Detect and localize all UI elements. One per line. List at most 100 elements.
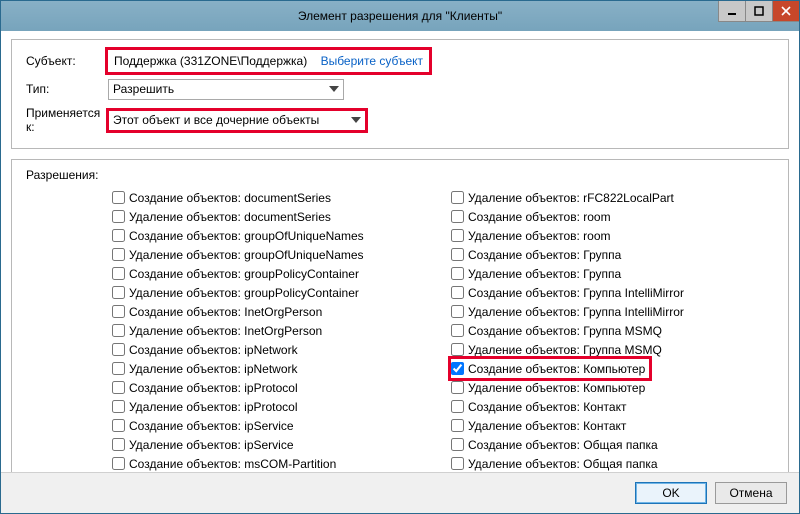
- permission-checkbox[interactable]: [451, 210, 464, 223]
- permission-checkbox[interactable]: [451, 381, 464, 394]
- maximize-button[interactable]: [745, 1, 772, 22]
- permission-item: Создание объектов: groupOfUniqueNames: [112, 226, 435, 245]
- applies-row: Применяется к: Этот объект и все дочерни…: [26, 106, 774, 134]
- permission-label: Удаление объектов: InetOrgPerson: [129, 324, 322, 338]
- permission-checkbox[interactable]: [112, 381, 125, 394]
- permission-checkbox[interactable]: [451, 286, 464, 299]
- permission-checkbox[interactable]: [451, 248, 464, 261]
- applies-select[interactable]: Этот объект и все дочерние объекты: [108, 110, 366, 131]
- type-label: Тип:: [26, 82, 108, 96]
- permission-item: Создание объектов: documentSeries: [112, 188, 435, 207]
- permission-label: Удаление объектов: ipNetwork: [129, 362, 298, 376]
- minimize-button[interactable]: [718, 1, 745, 22]
- permission-item: Удаление объектов: Группа IntelliMirror: [451, 302, 774, 321]
- titlebar: Элемент разрешения для "Клиенты": [1, 1, 799, 31]
- permission-item: Удаление объектов: Группа: [451, 264, 774, 283]
- permission-checkbox[interactable]: [112, 419, 125, 432]
- permission-checkbox[interactable]: [112, 343, 125, 356]
- permission-checkbox[interactable]: [451, 229, 464, 242]
- permission-item: Создание объектов: groupPolicyContainer: [112, 264, 435, 283]
- window-controls: [718, 1, 799, 21]
- permission-label: Удаление объектов: room: [468, 229, 611, 243]
- principal-panel: Субъект: Поддержка (331ZONE\Поддержка) В…: [11, 39, 789, 149]
- permission-item: Удаление объектов: Контакт: [451, 416, 774, 435]
- type-row: Тип: Разрешить: [26, 78, 774, 100]
- permission-item: Создание объектов: Контакт: [451, 397, 774, 416]
- permission-checkbox[interactable]: [451, 324, 464, 337]
- permission-item: Создание объектов: Группа: [451, 245, 774, 264]
- permission-checkbox[interactable]: [112, 286, 125, 299]
- permission-label: Удаление объектов: Группа IntelliMirror: [468, 305, 684, 319]
- permission-label: Удаление объектов: groupPolicyContainer: [129, 286, 359, 300]
- type-select[interactable]: Разрешить: [108, 79, 344, 100]
- permission-label: Удаление объектов: Компьютер: [468, 381, 645, 395]
- permission-checkbox[interactable]: [451, 419, 464, 432]
- permissions-panel: Разрешения: Создание объектов: documentS…: [11, 159, 789, 485]
- close-button[interactable]: [772, 1, 799, 22]
- subject-highlight: Поддержка (331ZONE\Поддержка) Выберите с…: [108, 50, 429, 72]
- window: Элемент разрешения для "Клиенты" Субъект…: [0, 0, 800, 514]
- permission-item: Удаление объектов: Компьютер: [451, 378, 774, 397]
- permission-label: Удаление объектов: Группа MSMQ: [468, 343, 662, 357]
- cancel-button[interactable]: Отмена: [715, 482, 787, 504]
- permissions-label: Разрешения:: [26, 168, 774, 182]
- permission-checkbox[interactable]: [112, 229, 125, 242]
- permission-item: Создание объектов: Группа MSMQ: [451, 321, 774, 340]
- permission-item: Удаление объектов: Группа MSMQ: [451, 340, 774, 359]
- permission-item: Удаление объектов: rFC822LocalPart: [451, 188, 774, 207]
- permission-checkbox[interactable]: [112, 400, 125, 413]
- permission-checkbox[interactable]: [112, 438, 125, 451]
- permission-label: Создание объектов: Компьютер: [468, 362, 645, 376]
- applies-label: Применяется к:: [26, 106, 108, 134]
- subject-row: Субъект: Поддержка (331ZONE\Поддержка) В…: [26, 50, 774, 72]
- maximize-icon: [754, 6, 764, 16]
- permission-label: Удаление объектов: rFC822LocalPart: [468, 191, 674, 205]
- permission-item: Создание объектов: ipNetwork: [112, 340, 435, 359]
- permission-checkbox[interactable]: [451, 457, 464, 470]
- permission-item: Создание объектов: msCOM-Partition: [112, 454, 435, 473]
- permission-checkbox[interactable]: [451, 267, 464, 280]
- permission-label: Создание объектов: ipService: [129, 419, 294, 433]
- permission-checkbox[interactable]: [451, 305, 464, 318]
- permission-item: Создание объектов: Компьютер: [451, 359, 649, 378]
- permission-item: Удаление объектов: ipNetwork: [112, 359, 435, 378]
- permission-checkbox[interactable]: [112, 248, 125, 261]
- permission-item: Удаление объектов: groupPolicyContainer: [112, 283, 435, 302]
- permission-label: Удаление объектов: documentSeries: [129, 210, 331, 224]
- permission-label: Создание объектов: ipNetwork: [129, 343, 298, 357]
- permission-checkbox[interactable]: [112, 457, 125, 470]
- content: Субъект: Поддержка (331ZONE\Поддержка) В…: [11, 39, 789, 469]
- permission-checkbox[interactable]: [112, 305, 125, 318]
- permissions-col-right: Удаление объектов: rFC822LocalPart Создан…: [451, 188, 774, 492]
- permissions-grid: Создание объектов: documentSeries Удалени…: [112, 188, 774, 492]
- footer: OK Отмена: [1, 472, 799, 513]
- subject-value: Поддержка (331ZONE\Поддержка): [114, 54, 307, 68]
- permission-checkbox[interactable]: [451, 362, 464, 375]
- permission-checkbox[interactable]: [451, 400, 464, 413]
- permission-checkbox[interactable]: [112, 362, 125, 375]
- select-subject-link[interactable]: Выберите субъект: [321, 54, 423, 68]
- permission-label: Создание объектов: Контакт: [468, 400, 626, 414]
- permission-label: Создание объектов: Группа MSMQ: [468, 324, 662, 338]
- permission-item: Создание объектов: Общая папка: [451, 435, 774, 454]
- close-icon: [781, 6, 791, 16]
- subject-label: Субъект:: [26, 54, 108, 68]
- permission-checkbox[interactable]: [451, 343, 464, 356]
- permission-item: Создание объектов: ipProtocol: [112, 378, 435, 397]
- permission-label: Создание объектов: Группа IntelliMirror: [468, 286, 684, 300]
- permission-checkbox[interactable]: [112, 267, 125, 280]
- permission-checkbox[interactable]: [112, 324, 125, 337]
- permission-label: Удаление объектов: Контакт: [468, 419, 626, 433]
- permission-item: Удаление объектов: ipProtocol: [112, 397, 435, 416]
- permission-checkbox[interactable]: [451, 438, 464, 451]
- permission-label: Удаление объектов: groupOfUniqueNames: [129, 248, 364, 262]
- minimize-icon: [727, 6, 737, 16]
- permission-item: Удаление объектов: documentSeries: [112, 207, 435, 226]
- permission-checkbox[interactable]: [451, 191, 464, 204]
- permission-item: Удаление объектов: ipService: [112, 435, 435, 454]
- permission-item: Создание объектов: room: [451, 207, 774, 226]
- ok-button[interactable]: OK: [635, 482, 707, 504]
- permission-checkbox[interactable]: [112, 210, 125, 223]
- permission-checkbox[interactable]: [112, 191, 125, 204]
- permission-item: Создание объектов: ipService: [112, 416, 435, 435]
